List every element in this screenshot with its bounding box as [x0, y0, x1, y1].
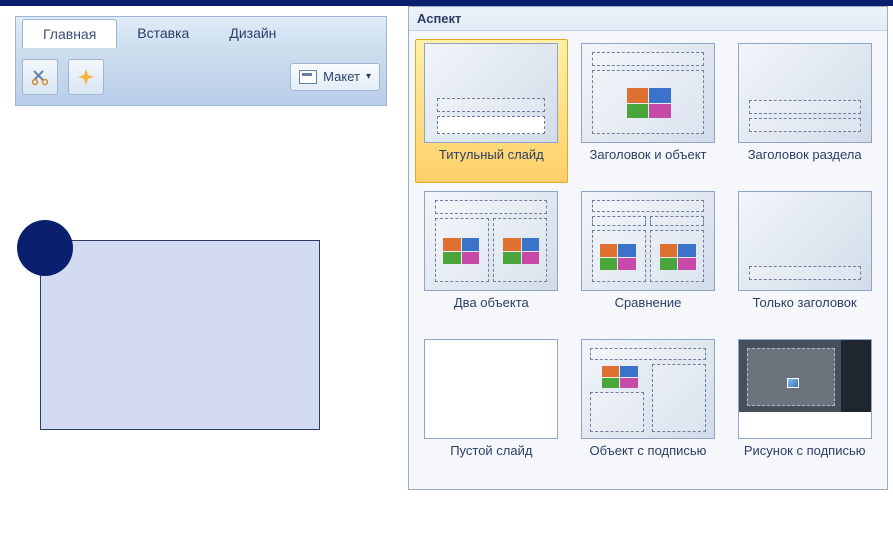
content-placeholder-icon	[627, 88, 671, 118]
content-placeholder-icon	[443, 238, 479, 264]
gallery-body: Титульный слайд Заголовок и объект Загол…	[409, 31, 887, 489]
picture-icon	[787, 378, 799, 388]
layout-title-and-content[interactable]: Заголовок и объект	[572, 39, 725, 183]
content-placeholder-icon	[602, 366, 638, 388]
layout-thumb	[424, 191, 558, 291]
scissors-icon	[31, 68, 49, 86]
shape-rectangle[interactable]	[40, 240, 320, 430]
ribbon-controls: Макет ▾	[16, 48, 386, 105]
layout-content-with-caption[interactable]: Объект с подписью	[572, 335, 725, 479]
layout-label: Заголовок и объект	[589, 147, 706, 179]
layout-button[interactable]: Макет ▾	[290, 63, 380, 91]
gallery-title: Аспект	[409, 7, 887, 31]
layout-comparison[interactable]: Сравнение	[572, 187, 725, 331]
layout-label: Сравнение	[615, 295, 682, 327]
layout-thumb	[424, 43, 558, 143]
layout-two-content[interactable]: Два объекта	[415, 187, 568, 331]
content-placeholder-icon	[503, 238, 539, 264]
layout-thumb	[738, 191, 872, 291]
layout-label: Заголовок раздела	[748, 147, 862, 179]
layout-label: Титульный слайд	[439, 147, 544, 179]
layout-picture-with-caption[interactable]: Рисунок с подписью	[728, 335, 881, 479]
layout-title-slide[interactable]: Титульный слайд	[415, 39, 568, 183]
layout-blank[interactable]: Пустой слайд	[415, 335, 568, 479]
chevron-down-icon: ▾	[366, 71, 371, 82]
layout-label: Пустой слайд	[450, 443, 532, 475]
tab-home[interactable]: Главная	[22, 19, 117, 48]
layout-label: Только заголовок	[753, 295, 857, 327]
layout-label: Рисунок с подписью	[744, 443, 866, 475]
sparkle-icon	[77, 68, 95, 86]
layout-gallery: Аспект Титульный слайд Заголовок и объек…	[408, 6, 888, 490]
layout-section-header[interactable]: Заголовок раздела	[728, 39, 881, 183]
layout-icon	[299, 70, 317, 84]
layout-thumb	[581, 43, 715, 143]
layout-thumb	[738, 43, 872, 143]
tab-insert[interactable]: Вставка	[117, 19, 209, 48]
shape-circle[interactable]	[17, 220, 73, 276]
ribbon: Главная Вставка Дизайн Макет ▾	[15, 16, 387, 106]
layout-thumb	[738, 339, 872, 439]
layout-label: Объект с подписью	[590, 443, 707, 475]
layout-thumb	[424, 339, 558, 439]
new-slide-button[interactable]	[68, 59, 104, 95]
content-placeholder-icon	[600, 244, 636, 270]
layout-title-only[interactable]: Только заголовок	[728, 187, 881, 331]
content-placeholder-icon	[660, 244, 696, 270]
layout-button-label: Макет	[323, 69, 360, 84]
layout-thumb	[581, 339, 715, 439]
ribbon-tabs-row: Главная Вставка Дизайн	[16, 17, 386, 48]
cut-button[interactable]	[22, 59, 58, 95]
layout-thumb	[581, 191, 715, 291]
layout-label: Два объекта	[454, 295, 529, 327]
canvas[interactable]	[40, 240, 320, 430]
tab-design[interactable]: Дизайн	[209, 19, 296, 48]
